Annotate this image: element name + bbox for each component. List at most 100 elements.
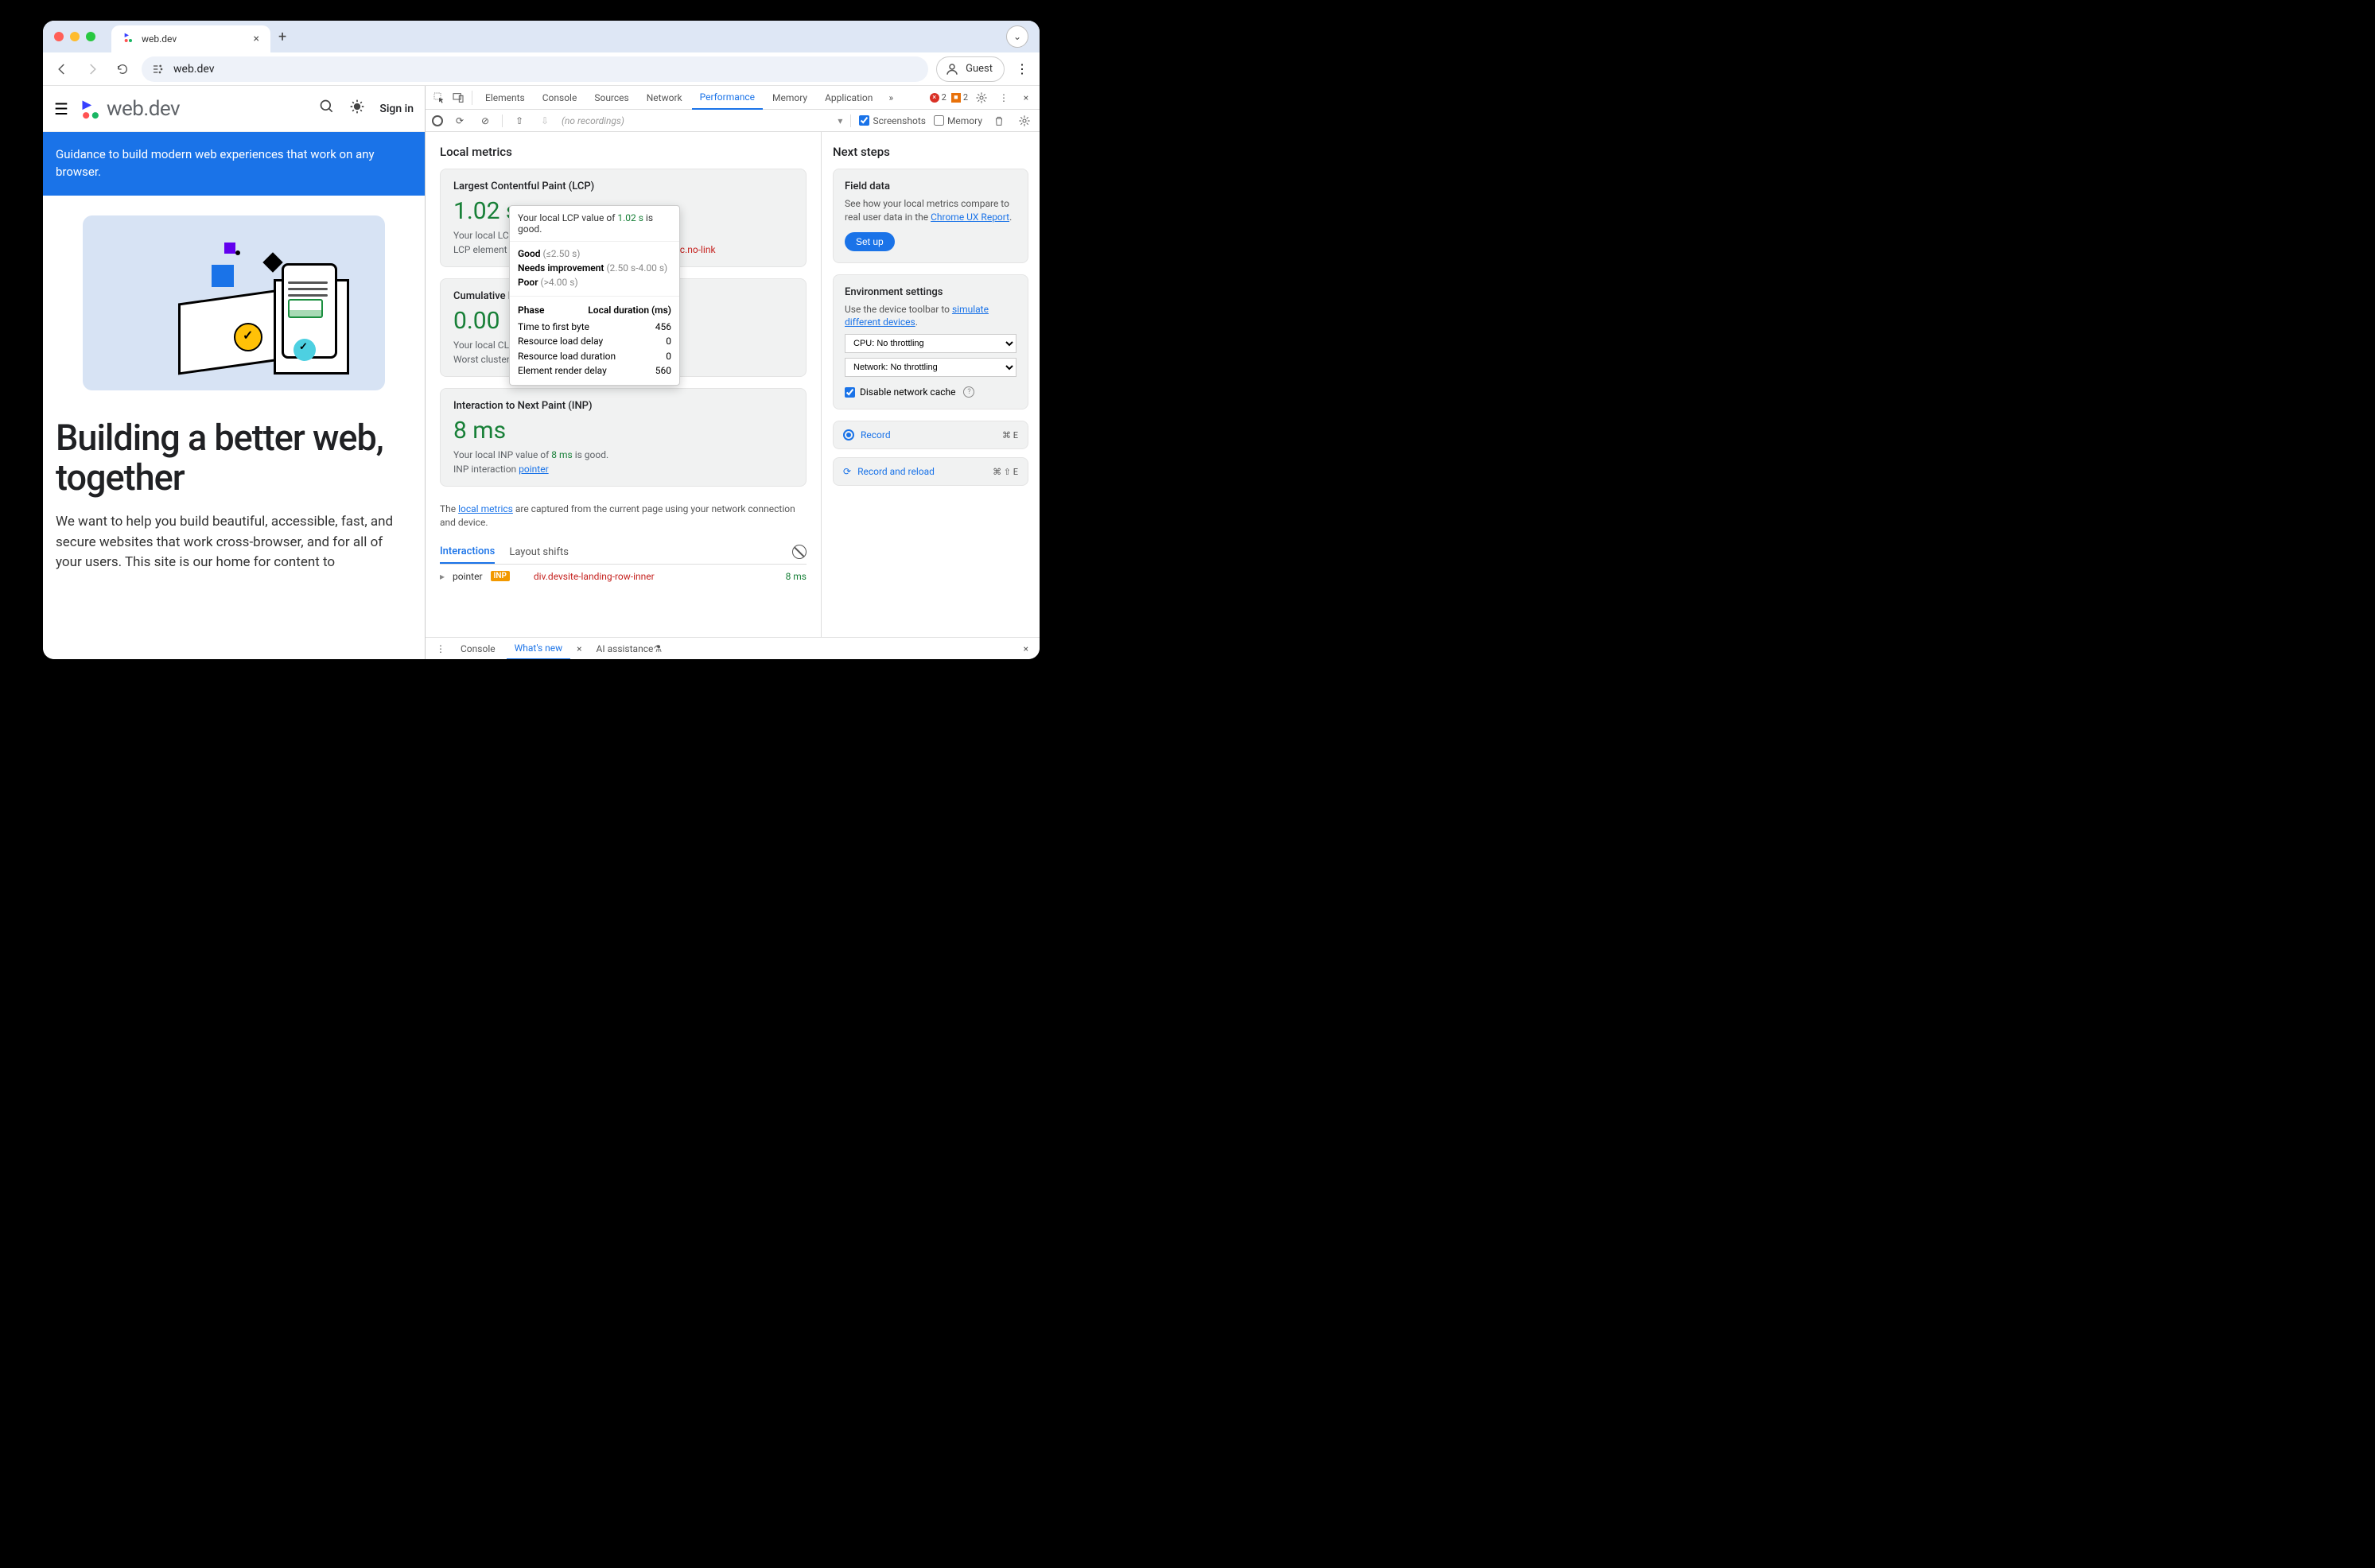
clear-icon[interactable]: ⊘: [476, 112, 494, 130]
crux-link[interactable]: Chrome UX Report: [931, 212, 1009, 223]
more-tabs-icon[interactable]: »: [882, 89, 900, 107]
inp-value: 8 ms: [453, 417, 793, 444]
lcp-title: Largest Contentful Paint (LCP): [453, 180, 793, 192]
env-settings-title: Environment settings: [845, 286, 1016, 298]
hero-illustration: [43, 196, 425, 410]
tab-elements[interactable]: Elements: [477, 86, 533, 110]
record-shortcut: ⌘ E: [1002, 430, 1018, 441]
cpu-throttling-select[interactable]: CPU: No throttling: [845, 334, 1016, 353]
tab-interactions[interactable]: Interactions: [440, 541, 495, 564]
devtools-panel: Elements Console Sources Network Perform…: [425, 86, 1040, 659]
drawer-tab-console[interactable]: Console: [453, 638, 503, 660]
site-header: ☰ web.dev Sign in: [43, 86, 425, 132]
drawer-tab-ai[interactable]: AI assistance ⚗: [589, 638, 671, 660]
maximize-window-button[interactable]: [86, 32, 95, 41]
devtools-menu-icon[interactable]: ⋮: [995, 89, 1013, 107]
drawer-close-icon[interactable]: ×: [1019, 643, 1033, 654]
search-icon[interactable]: [319, 99, 335, 118]
tab-network[interactable]: Network: [639, 86, 690, 110]
settings-icon[interactable]: [973, 89, 990, 107]
interactions-tabs: Interactions Layout shifts: [440, 541, 807, 565]
site-settings-icon[interactable]: [151, 62, 165, 76]
interaction-time: 8 ms: [786, 571, 807, 582]
profile-label: Guest: [966, 63, 993, 75]
traffic-lights: [54, 32, 95, 41]
recordings-select[interactable]: (no recordings): [562, 115, 830, 126]
hero-subtitle: We want to help you build beautiful, acc…: [43, 504, 425, 581]
address-text: web.dev: [173, 63, 215, 76]
memory-checkbox[interactable]: Memory: [934, 115, 982, 126]
browser-tab[interactable]: web.dev ×: [111, 25, 270, 52]
tab-close-button[interactable]: ×: [254, 33, 259, 45]
devtools-drawer: ⋮ Console What's new × AI assistance ⚗ ×: [426, 637, 1040, 659]
field-data-text: See how your local metrics compare to re…: [845, 197, 1016, 224]
record-reload-action[interactable]: ⟳ Record and reload ⌘ ⇧ E: [833, 457, 1028, 486]
back-button[interactable]: [51, 58, 73, 80]
env-settings-text: Use the device toolbar to simulate diffe…: [845, 303, 1016, 330]
env-settings-card: Environment settings Use the device tool…: [833, 274, 1028, 410]
inp-subtitle: Your local INP value of 8 ms is good.: [453, 449, 793, 460]
tab-memory[interactable]: Memory: [764, 86, 815, 110]
new-tab-button[interactable]: +: [278, 29, 286, 45]
record-reload-shortcut: ⌘ ⇧ E: [993, 467, 1018, 477]
field-data-title: Field data: [845, 180, 1016, 192]
panel-settings-icon[interactable]: [1016, 112, 1033, 130]
clear-interactions-icon[interactable]: [792, 545, 807, 559]
drawer-tab-whats-new[interactable]: What's new: [507, 638, 571, 660]
screenshots-checkbox[interactable]: Screenshots: [859, 115, 925, 126]
tab-sources[interactable]: Sources: [586, 86, 636, 110]
browser-menu-button[interactable]: ⋮: [1013, 61, 1032, 76]
tab-application[interactable]: Application: [817, 86, 880, 110]
minimize-window-button[interactable]: [70, 32, 80, 41]
drawer-tab-close-icon[interactable]: ×: [573, 643, 585, 654]
drawer-menu-icon[interactable]: ⋮: [432, 640, 449, 658]
address-bar[interactable]: web.dev: [142, 56, 928, 82]
record-button[interactable]: [432, 115, 443, 126]
tooltip-table: PhaseLocal duration (ms) Time to first b…: [510, 297, 679, 385]
upload-icon[interactable]: ⇧: [511, 112, 528, 130]
errors-badge[interactable]: ×2: [930, 92, 947, 103]
download-icon[interactable]: ⇩: [536, 112, 554, 130]
network-throttling-select[interactable]: Network: No throttling: [845, 358, 1016, 377]
local-metrics-title: Local metrics: [440, 145, 807, 159]
tooltip-head: Your local LCP value of 1.02 s is good.: [510, 206, 679, 242]
logo-text: web.dev: [107, 97, 180, 121]
devtools-close-icon[interactable]: ×: [1017, 89, 1035, 107]
gc-icon[interactable]: [990, 112, 1008, 130]
tab-favicon-icon: [122, 31, 135, 47]
local-metrics-link[interactable]: local metrics: [458, 503, 513, 514]
setup-button[interactable]: Set up: [845, 232, 895, 251]
tab-console[interactable]: Console: [534, 86, 585, 110]
lcp-tooltip: Your local LCP value of 1.02 s is good. …: [509, 205, 680, 386]
hamburger-menu-button[interactable]: ☰: [54, 99, 68, 118]
inspect-element-icon[interactable]: [430, 89, 448, 107]
page-viewport: ☰ web.dev Sign in Guidance to build mode…: [43, 86, 425, 659]
reload-icon: ⟳: [843, 466, 851, 477]
theme-toggle-icon[interactable]: [349, 99, 365, 118]
warnings-badge[interactable]: ■2: [951, 92, 968, 103]
reload-record-icon[interactable]: ⟳: [451, 112, 468, 130]
hero-title: Building a better web, together: [43, 410, 425, 505]
webdev-logo-icon: [80, 98, 102, 120]
page-banner: Guidance to build modern web experiences…: [43, 132, 425, 196]
inp-title: Interaction to Next Paint (INP): [453, 400, 793, 412]
record-action[interactable]: Record ⌘ E: [833, 421, 1028, 449]
inp-pointer-link[interactable]: pointer: [519, 464, 548, 475]
forward-button[interactable]: [81, 58, 103, 80]
inp-interaction: INP interaction pointer: [453, 464, 793, 475]
reload-button[interactable]: [111, 58, 134, 80]
profile-button[interactable]: Guest: [936, 56, 1005, 82]
disable-cache-checkbox[interactable]: Disable network cache?: [845, 386, 1016, 398]
device-toolbar-icon[interactable]: [449, 89, 467, 107]
next-steps-title: Next steps: [833, 145, 1028, 159]
interaction-row[interactable]: ▸ pointer INP div.devsite-landing-row-in…: [440, 565, 807, 588]
tab-performance[interactable]: Performance: [692, 86, 763, 110]
site-logo[interactable]: web.dev: [80, 97, 180, 121]
help-icon[interactable]: ?: [963, 386, 974, 398]
signin-link[interactable]: Sign in: [379, 103, 414, 115]
tabs-dropdown-button[interactable]: ⌄: [1006, 25, 1028, 48]
tab-layout-shifts[interactable]: Layout shifts: [509, 541, 569, 563]
close-window-button[interactable]: [54, 32, 64, 41]
inp-tag: INP: [491, 571, 510, 581]
flask-icon: ⚗: [653, 643, 662, 654]
